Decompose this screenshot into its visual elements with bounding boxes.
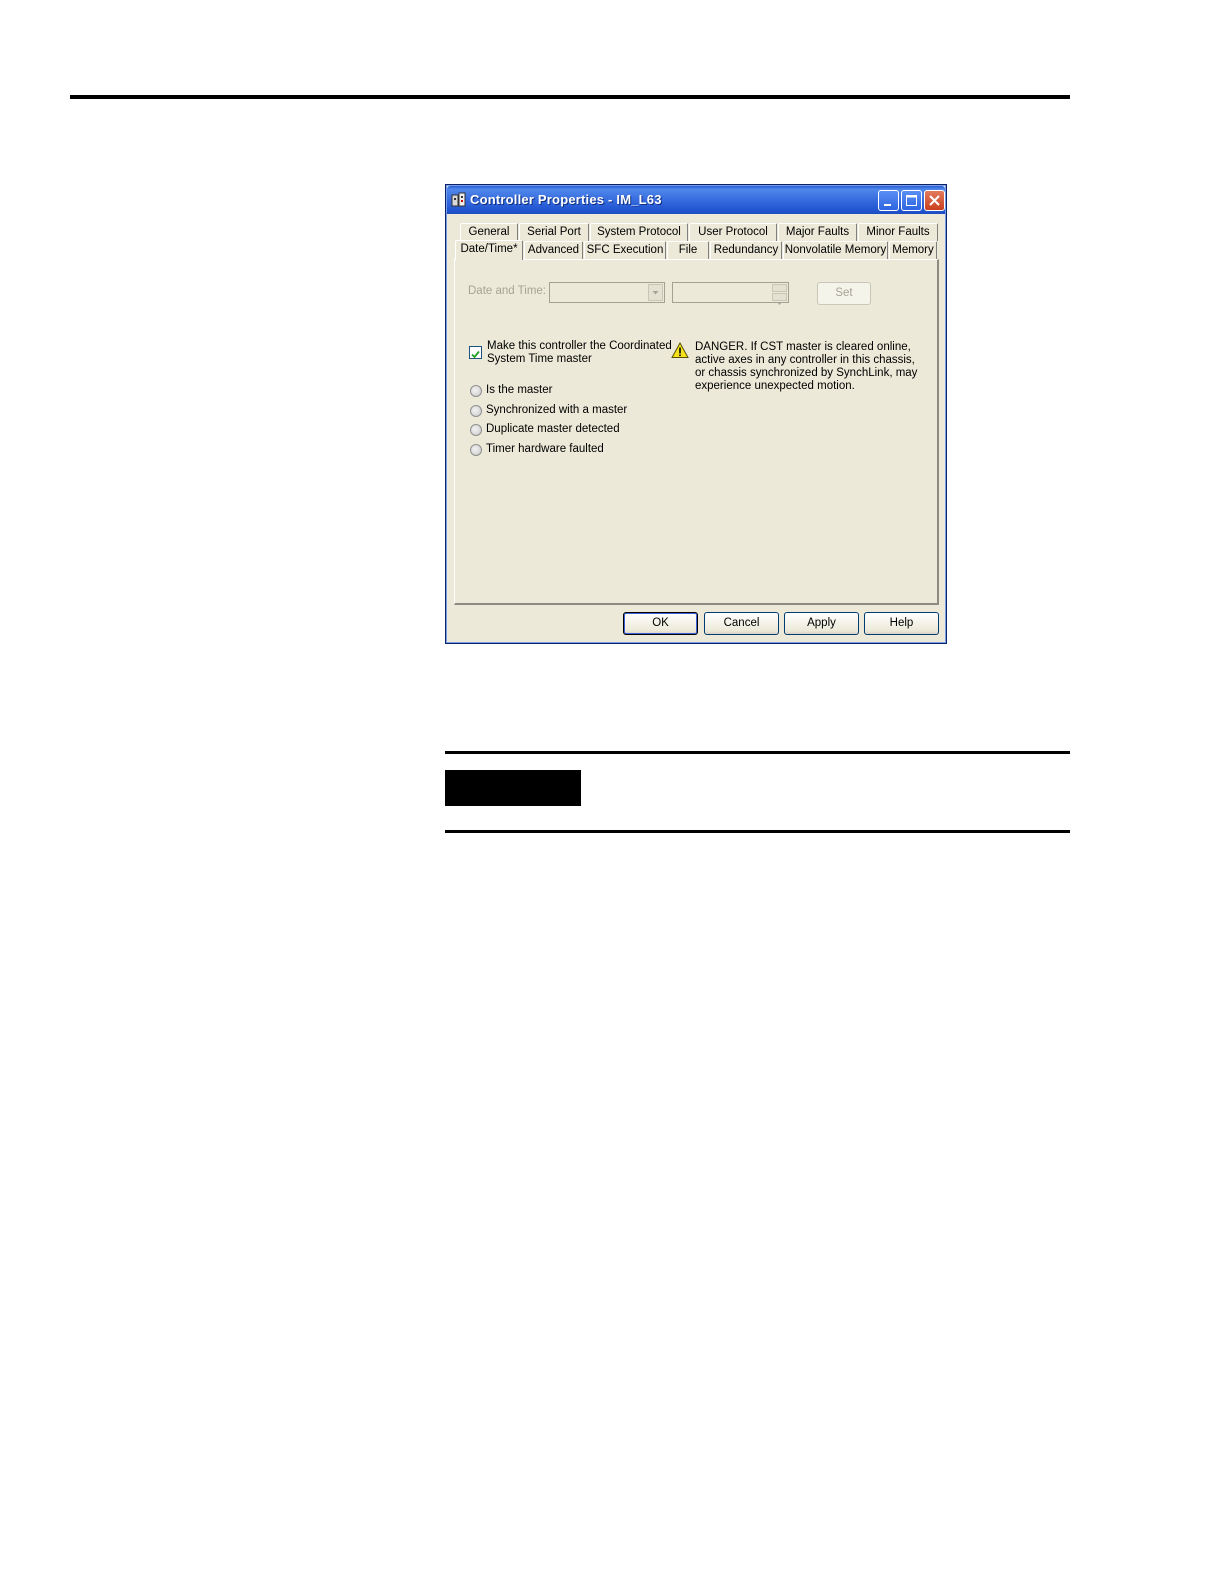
section-top-rule bbox=[445, 751, 1070, 754]
tab-advanced[interactable]: Advanced bbox=[524, 241, 583, 259]
tab-memory[interactable]: Memory bbox=[889, 241, 937, 259]
controller-properties-dialog: Controller Properties - IM_L63 General S… bbox=[445, 184, 947, 644]
spin-down-icon bbox=[777, 302, 782, 305]
apply-button[interactable]: Apply bbox=[784, 612, 859, 635]
status-duplicate-master: Duplicate master detected bbox=[486, 423, 620, 435]
status-is-master: Is the master bbox=[486, 384, 553, 396]
cst-master-checkbox[interactable] bbox=[469, 346, 482, 359]
tab-sfc-execution[interactable]: SFC Execution bbox=[584, 241, 666, 259]
help-button[interactable]: Help bbox=[864, 612, 939, 635]
minimize-icon bbox=[884, 204, 891, 206]
tab-system-protocol[interactable]: System Protocol bbox=[590, 223, 688, 241]
status-synchronized: Synchronized with a master bbox=[486, 404, 628, 416]
radio-is-master bbox=[470, 385, 482, 397]
warning-line4: experience unexpected motion. bbox=[695, 380, 855, 392]
page-top-rule bbox=[70, 95, 1070, 99]
section-bottom-rule bbox=[445, 830, 1070, 833]
radio-timer-faulted bbox=[470, 444, 482, 456]
tab-general[interactable]: General bbox=[460, 223, 518, 241]
warning-line3: or chassis synchronized by SynchLink, ma… bbox=[695, 367, 918, 379]
time-spin-up[interactable] bbox=[772, 284, 787, 297]
time-spinner[interactable] bbox=[672, 282, 789, 305]
tab-serial-port[interactable]: Serial Port bbox=[519, 223, 589, 241]
time-spin-down[interactable] bbox=[772, 293, 787, 305]
cst-master-label-line2[interactable]: System Time master bbox=[487, 353, 592, 365]
warning-icon bbox=[671, 342, 689, 358]
radio-duplicate-master bbox=[470, 424, 482, 436]
black-label-box bbox=[445, 770, 581, 806]
tab-user-protocol[interactable]: User Protocol bbox=[689, 223, 777, 241]
date-dropdown-button[interactable] bbox=[648, 284, 663, 301]
radio-synchronized bbox=[470, 405, 482, 417]
tab-major-faults[interactable]: Major Faults bbox=[778, 223, 857, 241]
window-title: Controller Properties - IM_L63 bbox=[470, 192, 662, 207]
tab-date-time[interactable]: Date/Time* bbox=[455, 240, 523, 260]
date-dropdown[interactable] bbox=[549, 282, 665, 303]
date-time-panel: Date and Time: Set Make this controller … bbox=[454, 259, 939, 605]
chevron-down-icon bbox=[652, 291, 659, 295]
maximize-icon bbox=[906, 195, 917, 206]
date-and-time-label: Date and Time: bbox=[468, 285, 546, 297]
set-button[interactable]: Set bbox=[817, 282, 871, 305]
tab-file[interactable]: File bbox=[667, 241, 709, 259]
warning-line2: active axes in any controller in this ch… bbox=[695, 354, 915, 366]
tab-redundancy[interactable]: Redundancy bbox=[710, 241, 782, 259]
ok-button[interactable]: OK bbox=[623, 612, 698, 635]
minimize-button[interactable] bbox=[878, 190, 899, 211]
title-bar[interactable]: Controller Properties - IM_L63 bbox=[447, 186, 945, 214]
warning-line1: DANGER. If CST master is cleared online, bbox=[695, 341, 911, 353]
close-icon bbox=[929, 195, 940, 206]
checkmark-icon bbox=[471, 350, 480, 359]
controller-app-icon bbox=[451, 192, 466, 207]
cancel-button[interactable]: Cancel bbox=[704, 612, 779, 635]
tab-nonvolatile-memory[interactable]: Nonvolatile Memory bbox=[783, 241, 888, 259]
tab-minor-faults[interactable]: Minor Faults bbox=[858, 223, 938, 241]
maximize-button[interactable] bbox=[901, 190, 922, 211]
close-button[interactable] bbox=[924, 190, 945, 211]
status-timer-faulted: Timer hardware faulted bbox=[486, 443, 604, 455]
cst-master-label-line1[interactable]: Make this controller the Coordinated bbox=[487, 340, 672, 352]
